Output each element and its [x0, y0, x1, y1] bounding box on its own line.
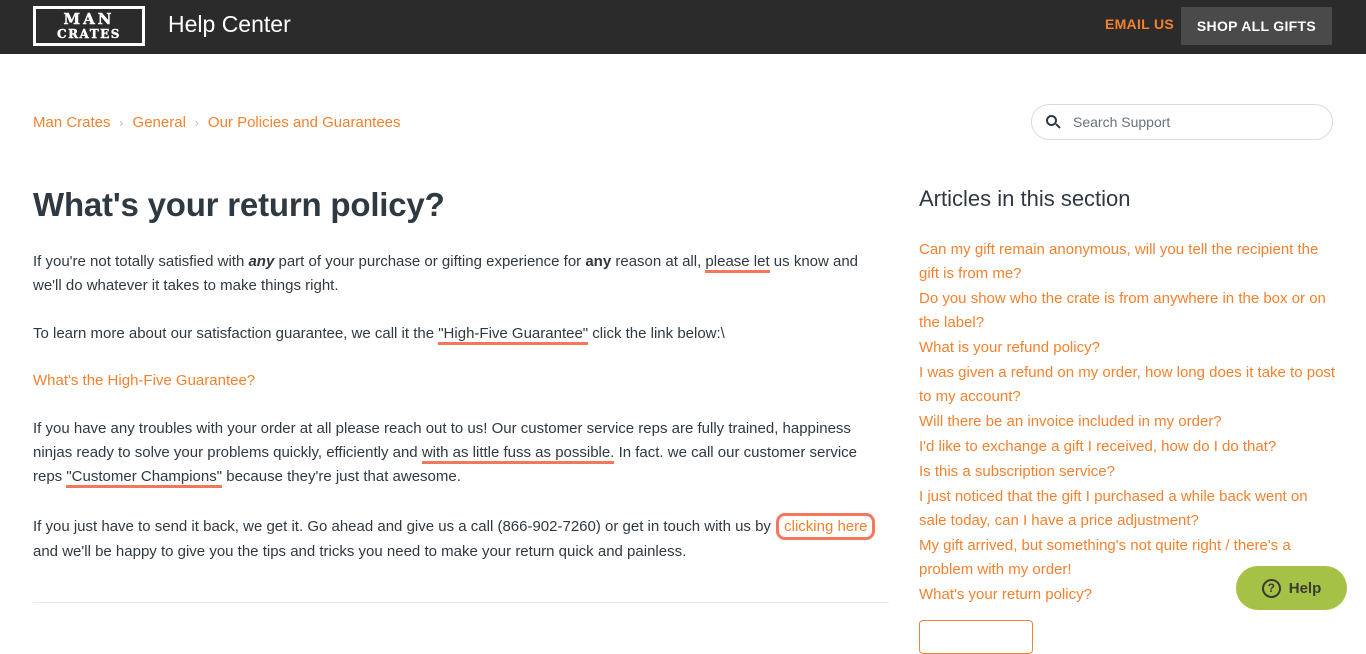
email-us-link[interactable]: EMAIL US	[1105, 16, 1174, 32]
sidebar-article-link-4[interactable]: Will there be an invoice included in my …	[919, 410, 1339, 434]
search-support-box[interactable]	[1031, 104, 1333, 140]
annotation-box-clicking-here: clicking here	[776, 513, 876, 540]
sidebar-article-link-6[interactable]: Is this a subscription service?	[919, 460, 1339, 484]
content-divider	[33, 602, 889, 603]
link-clicking-here[interactable]: clicking here	[784, 518, 867, 535]
list-item: I just noticed that the gift I purchased…	[919, 485, 1339, 533]
sidebar-article-link-1[interactable]: Do you show who the crate is from anywhe…	[919, 287, 1339, 335]
help-widget-label: Help	[1288, 579, 1322, 597]
sidebar-article-link-2[interactable]: What is your refund policy?	[919, 336, 1339, 360]
sidebar-article-link-3[interactable]: I was given a refund on my order, how lo…	[919, 361, 1339, 409]
paragraph-high-five-link: What's the High-Five Guarantee?	[33, 369, 889, 393]
chevron-right-icon: ›	[194, 115, 199, 130]
p1-text-2: part of your purchase or gifting experie…	[274, 253, 586, 270]
p1-bold-any: any	[585, 253, 612, 270]
sidebar-article-link-7[interactable]: I just noticed that the gift I purchased…	[919, 485, 1339, 533]
breadcrumb: Man Crates › General › Our Policies and …	[33, 114, 401, 131]
list-item: I was given a refund on my order, how lo…	[919, 361, 1339, 409]
p4-text-1: If you just have to send it back, we get…	[33, 518, 776, 535]
help-center-title: Help Center	[168, 11, 291, 37]
p2-text-2: click the link below:\	[588, 325, 725, 342]
paragraph-satisfaction: If you're not totally satisfied with any…	[33, 250, 889, 298]
breadcrumb-item-our-policies-and-guarantees[interactable]: Our Policies and Guarantees	[208, 114, 401, 131]
breadcrumb-item-man-crates[interactable]: Man Crates	[33, 114, 111, 131]
article-body: What's your return policy? If you're not…	[33, 186, 889, 588]
search-icon	[1046, 114, 1061, 130]
p1-text-1: If you're not totally satisfied with	[33, 253, 249, 270]
annotation-underline-please-let: please let	[705, 253, 770, 273]
paragraph-send-it-back: If you just have to send it back, we get…	[33, 513, 889, 564]
article-list: Can my gift remain anonymous, will you t…	[919, 238, 1339, 607]
annotation-underline-high-five-guarantee: "High-Five Guarantee"	[438, 325, 589, 345]
help-widget-button[interactable]: ? Help	[1236, 566, 1347, 610]
logo-line-1: MAN	[63, 10, 115, 28]
man-crates-logo[interactable]: MAN CRATES	[33, 6, 145, 46]
link-whats-the-high-five-guarantee[interactable]: What's the High-Five Guarantee?	[33, 372, 255, 389]
sidebar-article-link-5[interactable]: I'd like to exchange a gift I received, …	[919, 435, 1339, 459]
sidebar-title: Articles in this section	[919, 186, 1131, 211]
follow-section-button[interactable]	[919, 620, 1033, 654]
page-title: What's your return policy?	[33, 186, 445, 223]
sidebar-article-link-0[interactable]: Can my gift remain anonymous, will you t…	[919, 238, 1339, 286]
paragraph-high-five: To learn more about our satisfaction gua…	[33, 322, 889, 346]
annotation-underline-little-fuss: with as little fuss as possible.	[421, 444, 615, 464]
search-input[interactable]	[1071, 113, 1318, 131]
breadcrumb-item-general[interactable]: General	[133, 114, 186, 131]
chevron-right-icon: ›	[119, 115, 124, 130]
question-mark-icon: ?	[1261, 578, 1281, 598]
list-item: Will there be an invoice included in my …	[919, 410, 1339, 434]
list-item: Is this a subscription service?	[919, 460, 1339, 484]
paragraph-customer-champions: If you have any troubles with your order…	[33, 417, 889, 489]
p4-text-2: and we'll be happy to give you the tips …	[33, 543, 687, 560]
list-item: I'd like to exchange a gift I received, …	[919, 435, 1339, 459]
list-item: Do you show who the crate is from anywhe…	[919, 287, 1339, 335]
annotation-underline-customer-champions: "Customer Champions"	[66, 468, 223, 488]
articles-in-this-section: Articles in this section Can my gift rem…	[919, 186, 1339, 654]
shop-all-gifts-button[interactable]: SHOP ALL GIFTS	[1180, 7, 1332, 45]
p1-text-3: reason at all,	[611, 253, 706, 270]
list-item: Can my gift remain anonymous, will you t…	[919, 238, 1339, 286]
p3-text-3: because they're just that awesome.	[222, 468, 461, 485]
site-header: MAN CRATES Help Center EMAIL US SHOP ALL…	[0, 0, 1366, 54]
list-item: What is your refund policy?	[919, 336, 1339, 360]
p2-text-1: To learn more about our satisfaction gua…	[33, 325, 439, 342]
p1-bold-italic-any: any	[248, 253, 275, 270]
logo-line-2: CRATES	[57, 27, 121, 41]
